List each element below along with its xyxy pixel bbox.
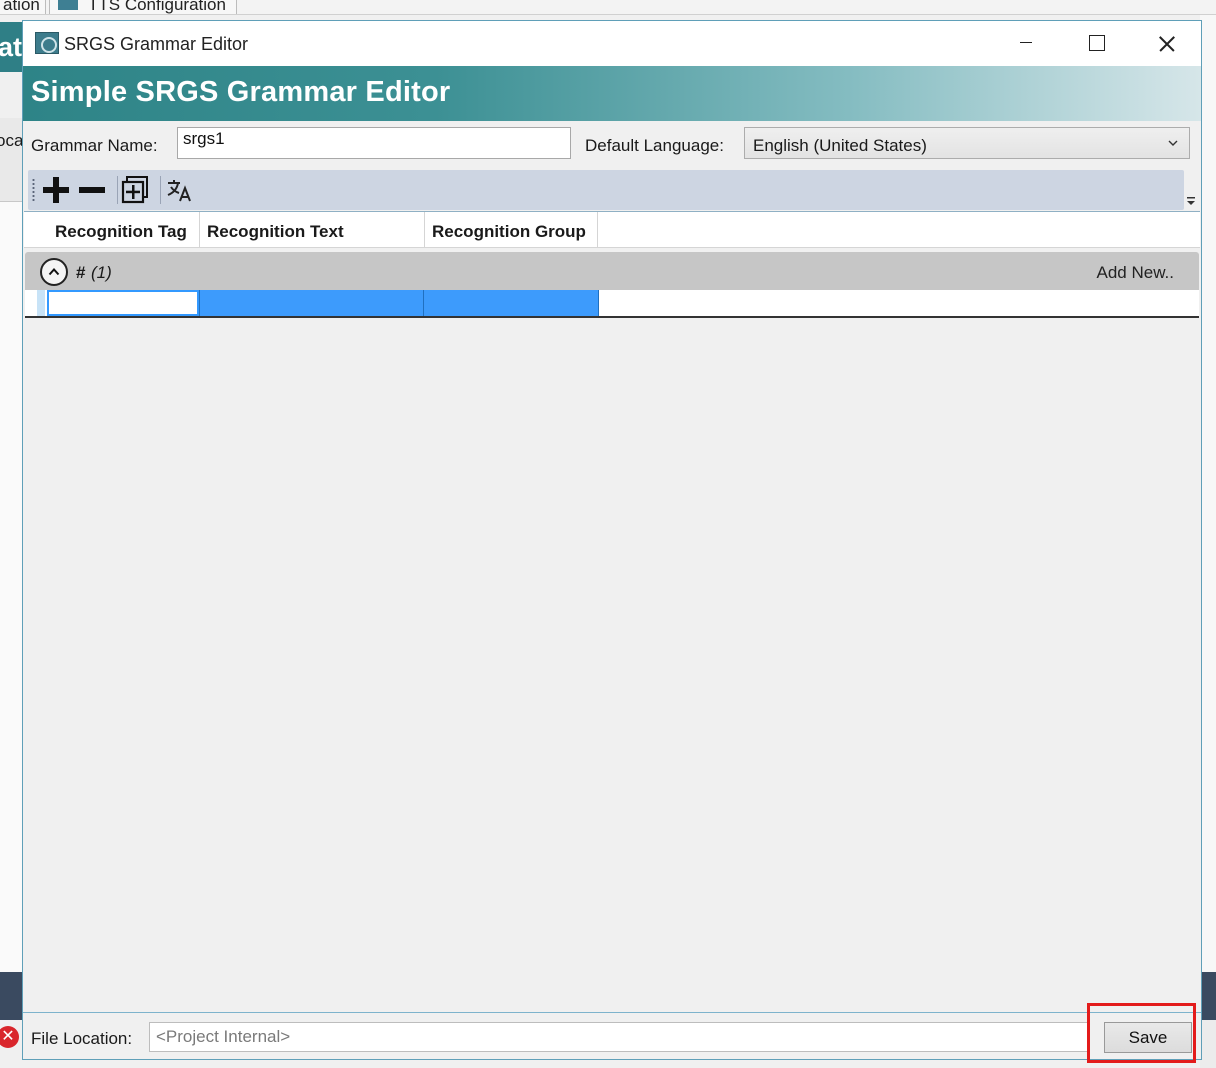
background-header-text: ati <box>0 32 24 62</box>
recognition-grid: Recognition Tag Recognition Text Recogni… <box>24 211 1200 336</box>
add-button[interactable] <box>40 174 72 206</box>
chevron-up-icon <box>48 268 60 276</box>
column-header-recognition-group[interactable]: Recognition Group <box>425 212 598 247</box>
group-count: (1) <box>91 263 112 282</box>
table-row[interactable] <box>25 290 1199 318</box>
default-language-select[interactable]: English (United States) <box>744 127 1190 159</box>
grid-header-row: Recognition Tag Recognition Text Recogni… <box>24 212 1200 248</box>
translate-button[interactable] <box>163 174 195 206</box>
copy-button[interactable] <box>119 174 151 206</box>
background-field-label: ocal <box>0 131 24 150</box>
maximize-button[interactable] <box>1061 21 1131 66</box>
background-panel <box>1200 15 1216 972</box>
column-header-recognition-text[interactable]: Recognition Text <box>200 212 425 247</box>
background-status-bar <box>0 972 24 1020</box>
toolbar <box>28 170 1184 210</box>
grid-empty-area <box>23 339 1201 1012</box>
row-selector[interactable] <box>37 290 45 316</box>
background-content <box>0 202 24 972</box>
group-row: # (1) Add New.. <box>25 252 1199 290</box>
background-status-bar <box>1200 972 1216 1020</box>
title-bar[interactable]: SRGS Grammar Editor <box>23 21 1201 66</box>
app-icon <box>35 32 59 54</box>
default-language-label: Default Language: <box>585 136 724 155</box>
background-tab-label: ation <box>3 0 40 14</box>
background-tab-label: TTS Configuration <box>88 0 226 14</box>
toolbar-separator <box>160 176 161 204</box>
default-language-value: English (United States) <box>753 136 927 155</box>
toolbar-overflow-icon[interactable] <box>1186 195 1196 207</box>
header-banner: Simple SRGS Grammar Editor <box>23 66 1201 121</box>
background-header: ati <box>0 22 24 72</box>
remove-button[interactable] <box>76 174 108 206</box>
background-footer <box>1200 1020 1216 1068</box>
grammar-name-label: Grammar Name: <box>31 136 158 155</box>
close-button[interactable] <box>1131 21 1201 66</box>
minimize-button[interactable] <box>991 21 1061 66</box>
window-title: SRGS Grammar Editor <box>64 34 249 54</box>
page-title: Simple SRGS Grammar Editor <box>31 76 451 108</box>
file-location-label: File Location: <box>31 1029 133 1048</box>
footer-divider <box>23 1012 1201 1013</box>
remove-icon <box>79 187 105 193</box>
save-button[interactable]: Save <box>1104 1022 1192 1053</box>
tts-icon <box>58 0 78 10</box>
copy-icon <box>121 176 148 204</box>
toolbar-separator <box>117 176 118 204</box>
cell-recognition-group[interactable] <box>424 290 599 316</box>
error-icon: ✕ <box>0 1026 19 1048</box>
srgs-grammar-editor-window: SRGS Grammar Editor Simple SRGS Grammar … <box>22 20 1202 1060</box>
file-location-input[interactable] <box>149 1022 1089 1052</box>
add-new-link[interactable]: Add New.. <box>1097 263 1175 283</box>
background-field-row: ocal <box>0 118 24 202</box>
toolbar-grip[interactable] <box>32 178 35 202</box>
background-tab-tts-configuration[interactable]: TTS Configuration <box>49 0 237 14</box>
background-tab-bar: ation TTS Configuration <box>0 0 1216 15</box>
add-icon <box>43 177 69 203</box>
cell-recognition-text[interactable] <box>199 290 424 316</box>
translate-icon <box>167 180 191 202</box>
column-header-recognition-tag[interactable]: Recognition Tag <box>48 212 200 247</box>
grammar-name-input[interactable] <box>177 127 571 159</box>
cell-recognition-tag[interactable] <box>47 290 199 316</box>
group-hash: # <box>76 263 86 282</box>
chevron-down-icon <box>1168 140 1178 146</box>
background-tab[interactable]: ation <box>0 0 46 14</box>
collapse-group-button[interactable] <box>40 258 68 286</box>
